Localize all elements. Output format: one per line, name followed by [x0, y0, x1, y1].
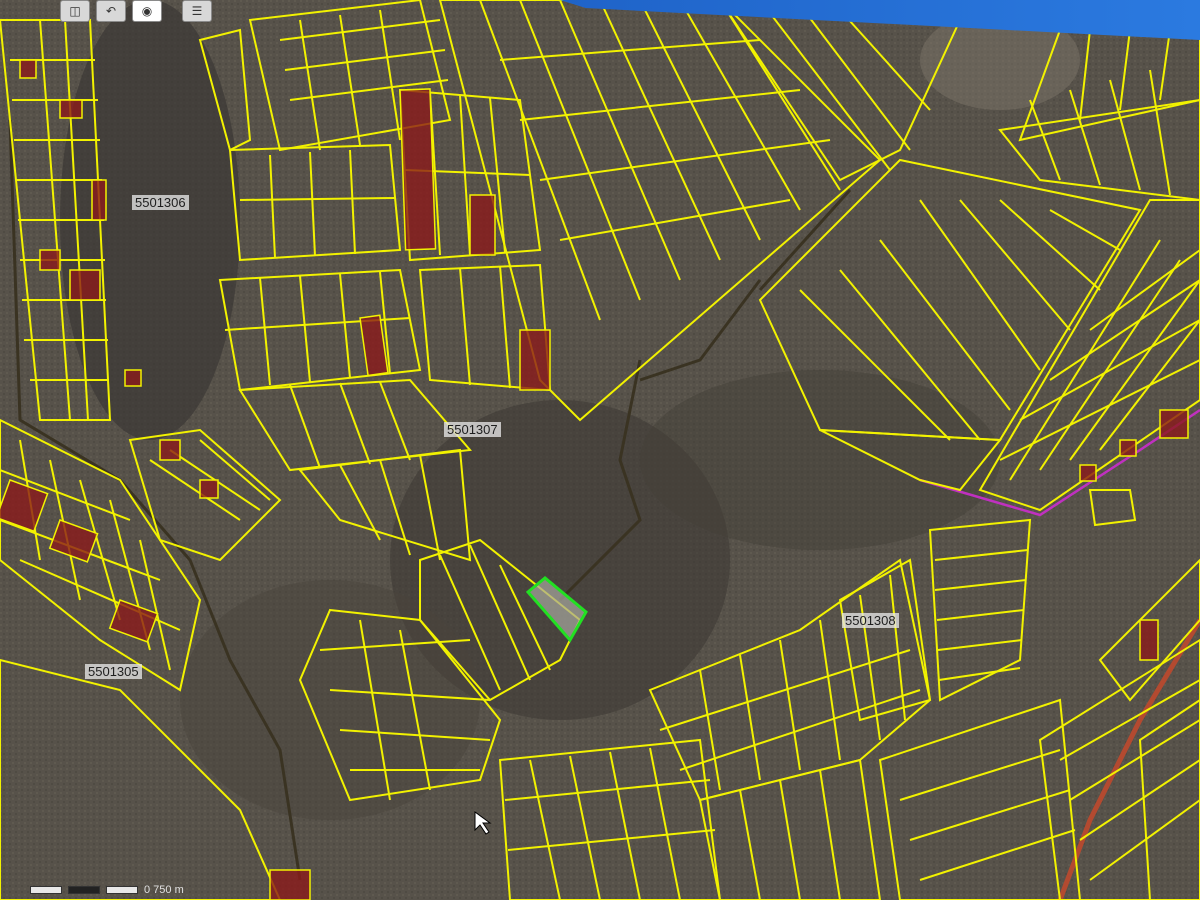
cadastral-map[interactable] [0, 0, 1200, 900]
select-icon: ◫ [69, 4, 81, 18]
block-label-5501308: 5501308 [842, 613, 899, 628]
select-tool-button[interactable]: ◫ [60, 0, 90, 22]
block-label-5501306: 5501306 [132, 195, 189, 210]
scale-label: 0 750 m [144, 884, 184, 896]
info-icon: ◉ [141, 4, 153, 18]
info-button[interactable]: ◉ [132, 0, 162, 22]
layers-icon: ☰ [191, 4, 203, 18]
undo-button[interactable]: ↶ [96, 0, 126, 22]
block-label-5501307: 5501307 [444, 422, 501, 437]
undo-icon: ↶ [105, 4, 117, 18]
map-toolbar: ◫ ↶ ◉ ☰ [60, 0, 212, 22]
layers-button[interactable]: ☰ [182, 0, 212, 22]
scale-bar: 0 750 m [30, 884, 184, 896]
scale-segment [68, 886, 100, 894]
block-label-5501305: 5501305 [85, 664, 142, 679]
scale-segment [106, 886, 138, 894]
scale-segment [30, 886, 62, 894]
